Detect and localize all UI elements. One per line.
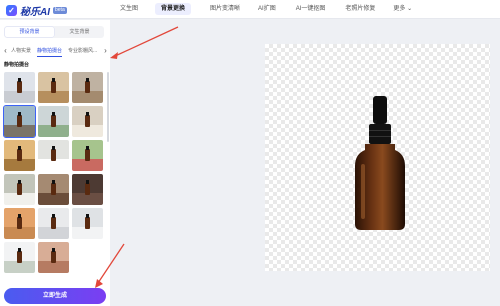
category-tabs: ‹ 人物实景 静物拍摄台 专业影棚风... ›: [3, 46, 108, 57]
bottle-thumbnail-icon: [85, 146, 90, 161]
background-mode-toggle: 预设背景 文生背景: [4, 26, 104, 38]
nav-item-label: 文生图: [120, 6, 139, 12]
bottle-thumbnail-icon: [51, 180, 56, 195]
nav-item-2[interactable]: 图片变清晰: [206, 0, 244, 19]
background-thumbnail[interactable]: [38, 242, 69, 273]
logo-icon: ✓: [6, 5, 17, 16]
background-thumbnail[interactable]: [4, 208, 35, 239]
bottle-thumbnail-icon: [17, 78, 22, 93]
bottle-thumbnail-icon: [51, 248, 56, 263]
background-thumbnail[interactable]: [4, 72, 35, 103]
segment-1[interactable]: 文生背景: [55, 26, 104, 38]
nav-item-5[interactable]: 老照片修复: [341, 0, 379, 19]
nav-item-1[interactable]: 背景更换: [151, 0, 195, 19]
bottle-thumbnail-icon: [85, 214, 90, 229]
segment-0[interactable]: 预设背景: [5, 27, 54, 37]
sidebar: 预设背景 文生背景 ‹ 人物实景 静物拍摄台 专业影棚风... › 静物拍摄台: [0, 20, 110, 306]
bottle-thumbnail-icon: [85, 180, 90, 195]
nav-item-label: 图片变清晰: [210, 6, 241, 12]
logo-text: 秘乐AI: [20, 7, 50, 18]
background-thumbnail[interactable]: [4, 140, 35, 171]
tab-0[interactable]: 人物实景: [11, 46, 31, 57]
bottle-thumbnail-icon: [51, 214, 56, 229]
top-bar: ✓ 秘乐AI beta 文生图 背景更换 图片变清晰 AI扩图 AI一键抠图 老照片修复 更…: [0, 0, 500, 19]
background-thumbnail[interactable]: [4, 242, 35, 273]
background-thumbnail[interactable]: [38, 140, 69, 171]
sidebar-scrollbar[interactable]: [107, 72, 109, 142]
bottle-thumbnail-icon: [51, 112, 56, 127]
preview-canvas[interactable]: [265, 44, 490, 271]
bottle-thumbnail-icon: [85, 78, 90, 93]
bottle-thumbnail-icon: [17, 214, 22, 229]
chevron-right-icon[interactable]: ›: [103, 46, 108, 56]
background-thumbnail[interactable]: [38, 106, 69, 137]
logo-badge: beta: [53, 7, 67, 14]
bottle-thumbnail-icon: [17, 112, 22, 127]
arrow-to-tabs: [112, 26, 179, 58]
generate-button[interactable]: 立即生成: [4, 288, 106, 304]
background-thumbnail[interactable]: [38, 208, 69, 239]
nav-item-label: 老照片修复: [345, 6, 376, 12]
background-thumbnail[interactable]: [72, 208, 103, 239]
nav-item-0[interactable]: 文生图: [116, 0, 142, 19]
background-thumbnail[interactable]: [38, 174, 69, 205]
bottle-thumbnail-icon: [17, 248, 22, 263]
bottle-thumbnail-icon: [17, 180, 22, 195]
nav-item-label: 背景更换: [155, 3, 192, 15]
nav-item-label: 更多: [393, 6, 406, 12]
background-thumbnail[interactable]: [38, 72, 69, 103]
bottle-thumbnail-icon: [85, 112, 90, 127]
main-nav: 文生图 背景更换 图片变清晰 AI扩图 AI一键抠图 老照片修复 更多 ⌄: [116, 0, 424, 19]
bottle-thumbnail-icon: [17, 146, 22, 161]
nav-item-4[interactable]: AI一键抠图: [292, 0, 330, 19]
tab-2[interactable]: 专业影棚风...: [68, 46, 97, 57]
chevron-down-icon: ⌄: [405, 6, 413, 12]
background-thumbnail[interactable]: [72, 140, 103, 171]
arrow-to-tabs-head: [110, 52, 118, 59]
background-thumbnail[interactable]: [72, 174, 103, 205]
tab-1[interactable]: 静物拍摄台: [37, 46, 63, 57]
background-thumbnail[interactable]: [72, 72, 103, 103]
nav-item-6[interactable]: 更多 ⌄: [389, 0, 416, 19]
section-title: 静物拍摄台: [4, 62, 30, 68]
background-thumbnail[interactable]: [3, 105, 36, 138]
nav-item-3[interactable]: AI扩图: [254, 0, 280, 19]
nav-item-label: AI扩图: [258, 6, 276, 12]
bottle-thumbnail-icon: [51, 146, 56, 161]
bottle-thumbnail-icon: [51, 78, 56, 93]
background-thumbnail[interactable]: [4, 174, 35, 205]
nav-item-label: AI一键抠图: [295, 6, 326, 12]
product-image: [355, 96, 405, 230]
logo[interactable]: ✓ 秘乐AI beta: [6, 3, 67, 18]
background-thumbnail[interactable]: [72, 106, 103, 137]
